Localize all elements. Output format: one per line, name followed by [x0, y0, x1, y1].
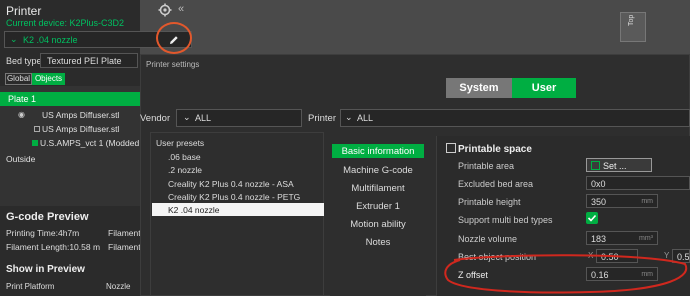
multi-bed-checkbox[interactable]: [586, 212, 598, 224]
category-notes[interactable]: Notes: [330, 237, 426, 248]
object-item[interactable]: US Amps Diffuser.stl: [42, 110, 119, 120]
preset-item[interactable]: Creality K2 Plus 0.4 nozzle - PETG: [168, 192, 300, 202]
printer-label: Printer: [308, 113, 336, 124]
printer-value: ALL: [357, 113, 374, 123]
category-list: [330, 138, 426, 296]
current-device: Current device: K2Plus-C3D2: [6, 18, 125, 28]
preset-item-selected-label: K2 .04 nozzle: [168, 205, 220, 215]
printable-space-icon: [446, 143, 456, 153]
preset-item[interactable]: .06 base: [168, 152, 201, 162]
nozzle-volume-input[interactable]: 183 mm³: [586, 231, 658, 245]
panel-title: Printer: [6, 4, 42, 18]
collapse-panel-icon[interactable]: «: [178, 3, 184, 15]
multi-bed-label: Support multi bed types: [458, 215, 553, 225]
bed-shape-icon: [591, 161, 600, 170]
tab-objects[interactable]: Objects: [32, 73, 65, 85]
chevron-down-icon: ⌄: [345, 112, 353, 122]
user-mode-button[interactable]: User: [512, 78, 576, 98]
chevron-down-icon: ⌄: [10, 34, 18, 44]
print-platform-checkbox[interactable]: Print Platform: [6, 282, 54, 291]
check-icon: [587, 214, 597, 222]
chevron-down-icon: ⌄: [183, 112, 191, 122]
object-item[interactable]: US Amps Diffuser.stl: [42, 124, 119, 134]
preset-group-header: User presets: [156, 138, 205, 148]
unit-label: mm: [641, 198, 653, 205]
printing-time: Printing Time:4h7m: [6, 228, 80, 238]
system-mode-button[interactable]: System: [446, 78, 512, 98]
category-extruder-1[interactable]: Extruder 1: [330, 201, 426, 212]
object-item[interactable]: U.S.AMPS_vct 1 (Modded F: [40, 138, 147, 148]
gear-icon[interactable]: [158, 3, 172, 17]
preset-item[interactable]: .2 nozzle: [168, 165, 202, 175]
set-printable-area-button[interactable]: Set ...: [586, 158, 652, 172]
category-motion-ability[interactable]: Motion ability: [330, 219, 426, 230]
printable-height-input[interactable]: 350 mm: [586, 194, 658, 208]
plate-label: Plate 1: [8, 94, 37, 104]
vendor-value: ALL: [195, 113, 212, 123]
nozzle-preset-value: K2 .04 nozzle: [23, 35, 78, 45]
plate-row[interactable]: Plate 1: [0, 92, 140, 106]
category-label: Basic information: [341, 146, 415, 157]
view-cube-label: Top: [628, 14, 635, 26]
set-button-label: Set ...: [603, 161, 627, 171]
bed-type-value: Textured PEI Plate: [47, 56, 122, 66]
vendor-label: Vendor: [140, 113, 171, 124]
annotation-circle: [444, 254, 688, 294]
excluded-bed-area-label: Excluded bed area: [458, 179, 534, 189]
bed-type-select[interactable]: Textured PEI Plate: [40, 53, 138, 68]
printable-area-label: Printable area: [458, 161, 515, 171]
excluded-bed-area-value: 0x0: [591, 179, 606, 189]
tab-global[interactable]: Global: [5, 73, 32, 85]
preset-item[interactable]: Creality K2 Plus 0.4 nozzle - ASA: [168, 179, 294, 189]
dialog-title: Printer settings: [146, 60, 200, 69]
nozzle-checkbox[interactable]: Nozzle: [106, 282, 130, 291]
unit-label: mm³: [639, 235, 653, 242]
nozzle-volume-label: Nozzle volume: [458, 234, 518, 244]
3d-viewport[interactable]: [140, 0, 690, 54]
excluded-bed-area-field[interactable]: 0x0: [586, 176, 690, 190]
filament-label: Filament: [108, 228, 141, 238]
filament-label: Filament: [108, 242, 141, 252]
outside-group[interactable]: Outside: [6, 154, 35, 164]
object-part-icon: [32, 140, 38, 146]
section-title: Printable space: [458, 144, 532, 155]
edit-pencil-icon[interactable]: [168, 34, 180, 46]
nozzle-volume-value: 183: [591, 234, 607, 244]
printer-select[interactable]: ⌄ ALL: [340, 109, 690, 127]
category-machine-gcode[interactable]: Machine G-code: [330, 165, 426, 176]
show-in-preview-title: Show in Preview: [6, 264, 85, 275]
vendor-select[interactable]: ⌄ ALL: [176, 109, 302, 127]
printable-height-label: Printable height: [458, 197, 521, 207]
eye-icon[interactable]: ◉: [18, 110, 25, 119]
gcode-preview-title: G-code Preview: [6, 211, 89, 223]
object-part-icon: [34, 126, 40, 132]
printable-height-value: 350: [591, 197, 607, 207]
category-multifilament[interactable]: Multifilament: [330, 183, 426, 194]
bed-type-label: Bed type: [6, 56, 42, 66]
filament-length: Filament Length:10.58 m: [6, 242, 101, 252]
